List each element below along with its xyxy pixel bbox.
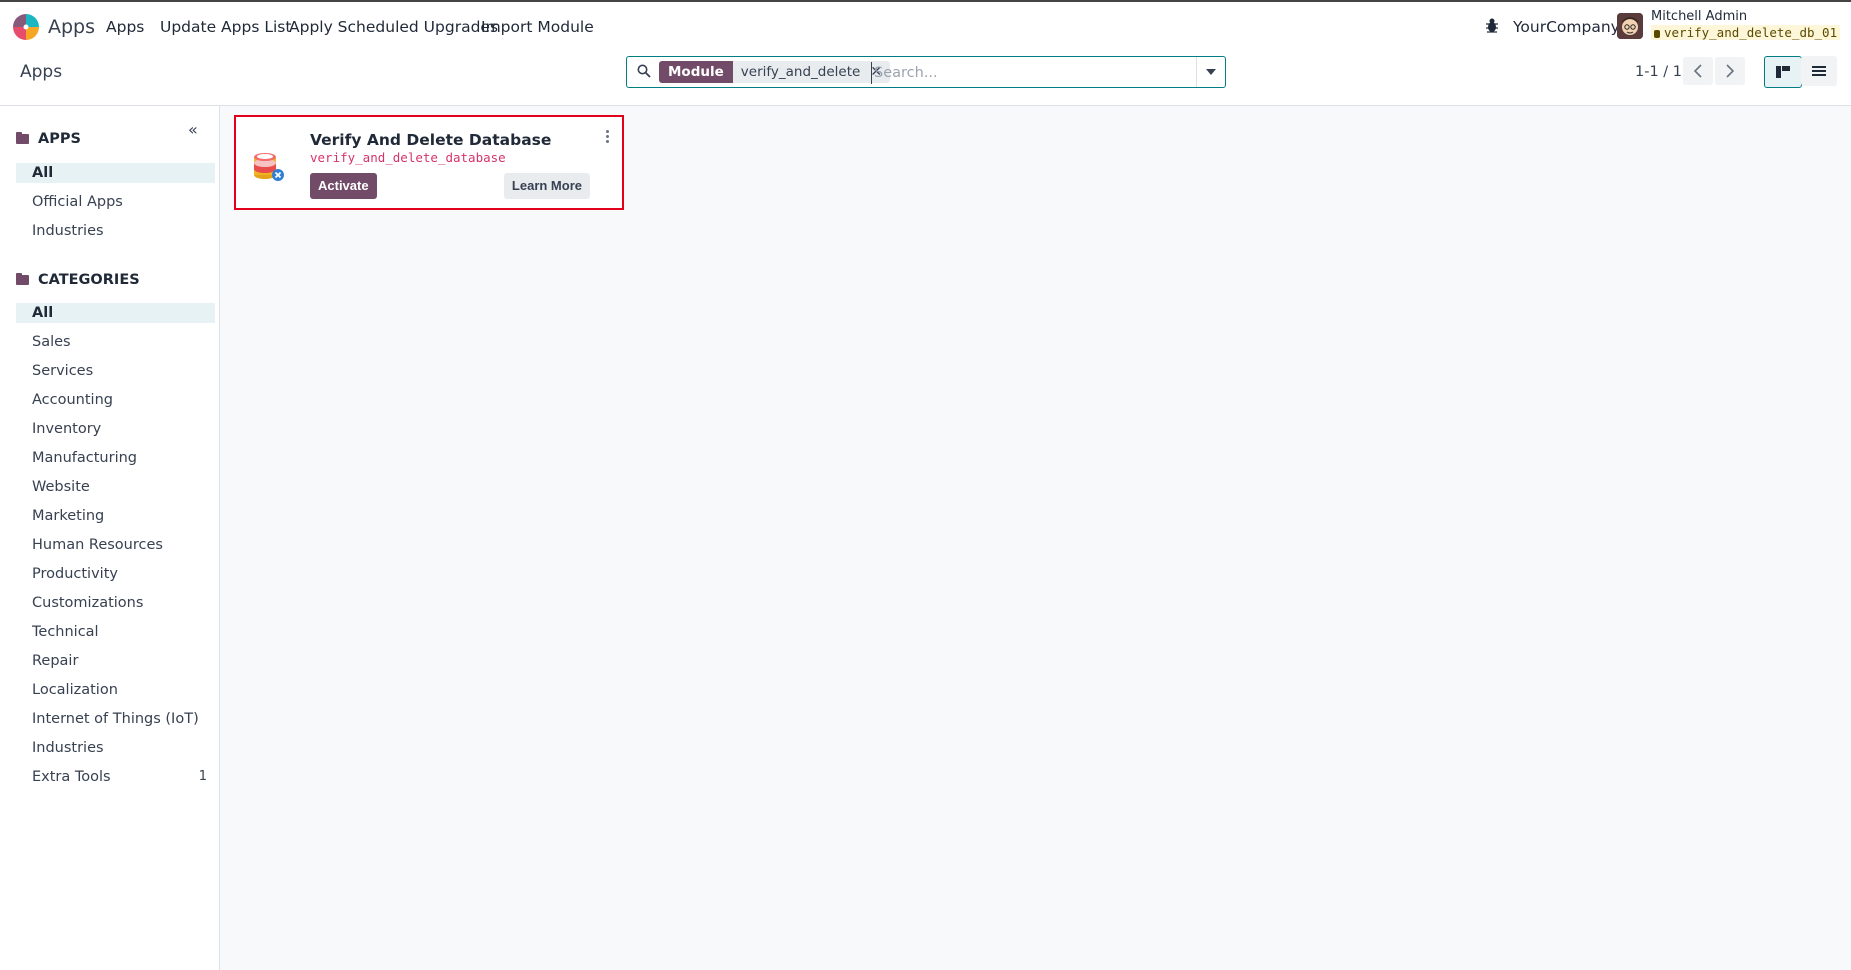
facet-value: verify_and_delete [740, 64, 861, 80]
sidebar-item-website[interactable]: Website [16, 477, 215, 497]
kanban-view-button[interactable] [1764, 56, 1802, 88]
sidebar-item-label: Manufacturing [32, 450, 137, 466]
sidebar-item-industries[interactable]: Industries [16, 738, 215, 758]
caret-down-icon [1206, 69, 1216, 75]
sidebar-item-marketing[interactable]: Marketing [16, 506, 215, 526]
sidebar-item-label: Official Apps [32, 194, 123, 210]
odoo-logo-icon[interactable] [12, 13, 40, 41]
company-switcher[interactable]: YourCompany [1513, 18, 1620, 36]
sidebar-item-label: Services [32, 363, 94, 379]
sidebar-item-iot[interactable]: Internet of Things (IoT) [16, 709, 215, 729]
list-icon [1812, 66, 1826, 76]
sidebar-item-customizations[interactable]: Customizations [16, 593, 215, 613]
sidebar-item-label: All [32, 165, 54, 181]
menu-apply-scheduled-upgrades[interactable]: Apply Scheduled Upgrades [289, 18, 498, 36]
categories-header-label: CATEGORIES [38, 272, 140, 288]
menu-import-module[interactable]: Import Module [481, 18, 594, 36]
sidebar-item-label: Website [32, 479, 90, 495]
module-title: Verify And Delete Database [310, 131, 552, 149]
card-dropdown-menu-icon[interactable] [606, 130, 610, 145]
category-count: 1 [198, 769, 207, 784]
sidebar-item-label: Customizations [32, 595, 144, 611]
sidebar-item-label: Industries [32, 223, 104, 239]
user-avatar[interactable] [1617, 13, 1643, 39]
facet-value-wrap: verify_and_delete ✕ [732, 61, 891, 83]
app-title[interactable]: Apps [48, 16, 95, 38]
sidebar-item-label: Human Resources [32, 537, 163, 553]
sidebar-item-extra-tools[interactable]: Extra Tools 1 [16, 767, 215, 787]
database-name: verify_and_delete_db_01 [1651, 25, 1841, 40]
list-view-button[interactable] [1801, 56, 1837, 86]
facet-label: Module [659, 61, 733, 83]
menu-apps[interactable]: Apps [106, 18, 144, 36]
chevron-left-icon [1693, 64, 1702, 78]
database-icon [1654, 29, 1660, 38]
activate-button[interactable]: Activate [310, 173, 377, 199]
learn-more-button[interactable]: Learn More [503, 173, 590, 199]
sidebar-item-repair[interactable]: Repair [16, 651, 215, 671]
pager-value[interactable]: 1-1 / 1 [1635, 64, 1682, 80]
sidebar-item-label: Inventory [32, 421, 102, 437]
module-technical-name: verify_and_delete_database [310, 150, 506, 165]
search-input[interactable] [871, 62, 1196, 84]
pager-previous-button[interactable] [1683, 57, 1713, 85]
chevron-right-icon [1726, 64, 1735, 78]
sidebar-item-label: Marketing [32, 508, 105, 524]
folder-icon [16, 273, 29, 285]
kanban-icon [1776, 66, 1790, 78]
control-panel: Apps Module verify_and_delete ✕ 1-1 / 1 [0, 50, 1851, 106]
module-card[interactable]: Verify And Delete Database verify_and_de… [234, 115, 624, 210]
sidebar-item-label: Sales [32, 334, 71, 350]
sidebar-item-manufacturing[interactable]: Manufacturing [16, 448, 215, 468]
database-module-icon [254, 153, 284, 181]
breadcrumb: Apps [20, 62, 63, 82]
sidebar-item-label: Industries [32, 740, 104, 756]
sidebar-item-sales[interactable]: Sales [16, 332, 215, 352]
kanban-view: Verify And Delete Database verify_and_de… [220, 106, 1851, 970]
search-icon[interactable] [637, 64, 651, 78]
menu-update-apps-list[interactable]: Update Apps List [160, 18, 291, 36]
database-label: verify_and_delete_db_01 [1664, 25, 1838, 40]
sidebar-item-label: Internet of Things (IoT) [32, 711, 199, 727]
sidebar-item-label: Accounting [32, 392, 113, 408]
sidebar-item-label: Technical [32, 624, 99, 640]
categories-section-header: CATEGORIES [16, 272, 140, 288]
sidebar-item-label: Productivity [32, 566, 118, 582]
top-navbar: Apps Apps Update Apps List Apply Schedul… [0, 2, 1851, 50]
user-name[interactable]: Mitchell Admin [1651, 9, 1747, 24]
avatar-face-icon [1617, 13, 1643, 39]
apps-section-header: APPS [16, 131, 81, 147]
sidebar-item-label: All [32, 305, 54, 321]
sidebar-item-label: Repair [32, 653, 79, 669]
sidebar-item-productivity[interactable]: Productivity [16, 564, 215, 584]
search-options-toggle[interactable] [1196, 57, 1225, 87]
search-facet: Module verify_and_delete ✕ [659, 61, 891, 83]
sidebar-item-label: Extra Tools [32, 769, 111, 785]
collapse-sidebar-icon[interactable]: « [188, 120, 198, 139]
sidebar-item-technical[interactable]: Technical [16, 622, 215, 642]
sidebar-item-all-categories[interactable]: All [16, 303, 215, 323]
sidebar-item-accounting[interactable]: Accounting [16, 390, 215, 410]
search-panel-sidebar: « APPS All Official Apps Industries CATE… [0, 106, 220, 970]
sidebar-item-label: Localization [32, 682, 118, 698]
pager-next-button[interactable] [1715, 57, 1745, 85]
sidebar-item-services[interactable]: Services [16, 361, 215, 381]
sidebar-item-all-apps[interactable]: All [16, 163, 215, 183]
sidebar-item-official-apps[interactable]: Official Apps [16, 192, 215, 212]
sidebar-item-inventory[interactable]: Inventory [16, 419, 215, 439]
bug-icon[interactable] [1484, 16, 1500, 34]
sidebar-item-industries-apps[interactable]: Industries [16, 221, 215, 241]
search-bar[interactable]: Module verify_and_delete ✕ [626, 56, 1226, 88]
sidebar-item-human-resources[interactable]: Human Resources [16, 535, 215, 555]
folder-icon [16, 132, 29, 144]
sidebar-item-localization[interactable]: Localization [16, 680, 215, 700]
apps-header-label: APPS [38, 131, 81, 147]
